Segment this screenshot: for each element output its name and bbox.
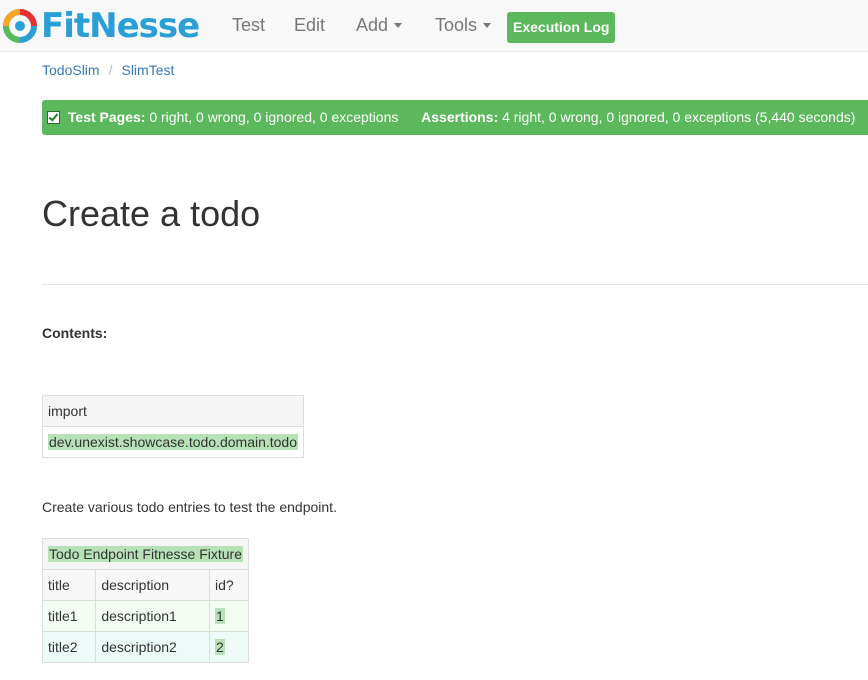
breadcrumb-separator: / (108, 62, 113, 78)
table-cell: 2 (208, 631, 250, 663)
nav-test[interactable]: Test (232, 15, 265, 36)
import-table: import dev.unexist.showcase.todo.domain.… (41, 395, 305, 458)
breadcrumb-slimtest[interactable]: SlimTest (121, 62, 174, 78)
nav-edit[interactable]: Edit (294, 15, 325, 36)
breadcrumb-todoslim[interactable]: TodoSlim (42, 62, 100, 78)
contents-label: Contents: (42, 325, 108, 341)
navbar: FitNesse Test Edit Add Tools Execution L… (0, 0, 868, 52)
table-cell: description1 (95, 600, 210, 632)
nav-tools-label: Tools (435, 15, 478, 35)
nav-add-dropdown[interactable]: Add (356, 15, 403, 36)
checkbox-icon (47, 110, 60, 124)
brand-logo[interactable]: FitNesse (0, 6, 200, 46)
fixture-name-cell: Todo Endpoint Fitnesse Fixture (42, 538, 249, 570)
column-header: description (95, 569, 210, 601)
test-summary-bar: Test Pages: 0 right, 0 wrong, 0 ignored,… (42, 100, 868, 135)
fixture-name: Todo Endpoint Fitnesse Fixture (48, 546, 243, 562)
nav-add-label: Add (356, 15, 389, 35)
table-row: title2 description2 2 (41, 631, 250, 663)
brand-name: FitNesse (41, 6, 200, 46)
test-pages-value: 0 right, 0 wrong, 0 ignored, 0 exception… (149, 109, 399, 125)
id-value: 1 (214, 608, 225, 624)
breadcrumb: TodoSlim / SlimTest (42, 62, 174, 78)
id-value: 2 (214, 639, 225, 655)
nav-tools-dropdown[interactable]: Tools (435, 15, 492, 36)
fixture-table: Todo Endpoint Fitnesse Fixture title des… (41, 538, 250, 663)
execution-log-button[interactable]: Execution Log (507, 12, 616, 43)
import-value: dev.unexist.showcase.todo.domain.todo (48, 434, 299, 450)
page-description: Create various todo entries to test the … (42, 499, 337, 515)
import-table-header: import (41, 395, 305, 427)
assertions-label: Assertions: (421, 109, 499, 125)
page-title: Create a todo (42, 193, 261, 234)
chevron-down-icon (394, 22, 403, 28)
column-header: id? (208, 569, 250, 601)
table-row: title1 description1 1 (41, 600, 250, 632)
column-header: title (41, 569, 97, 601)
table-header-row: title description id? (41, 569, 250, 601)
import-table-cell: dev.unexist.showcase.todo.domain.todo (41, 426, 305, 458)
table-cell: title2 (41, 631, 97, 663)
divider (42, 284, 868, 285)
test-pages-label: Test Pages: (67, 109, 146, 125)
table-cell: 1 (208, 600, 250, 632)
table-cell: title1 (41, 600, 97, 632)
assertions-value: 4 right, 0 wrong, 0 ignored, 0 exception… (502, 109, 856, 125)
fitnesse-logo-icon (3, 9, 37, 43)
table-cell: description2 (95, 631, 210, 663)
chevron-down-icon (483, 22, 492, 28)
